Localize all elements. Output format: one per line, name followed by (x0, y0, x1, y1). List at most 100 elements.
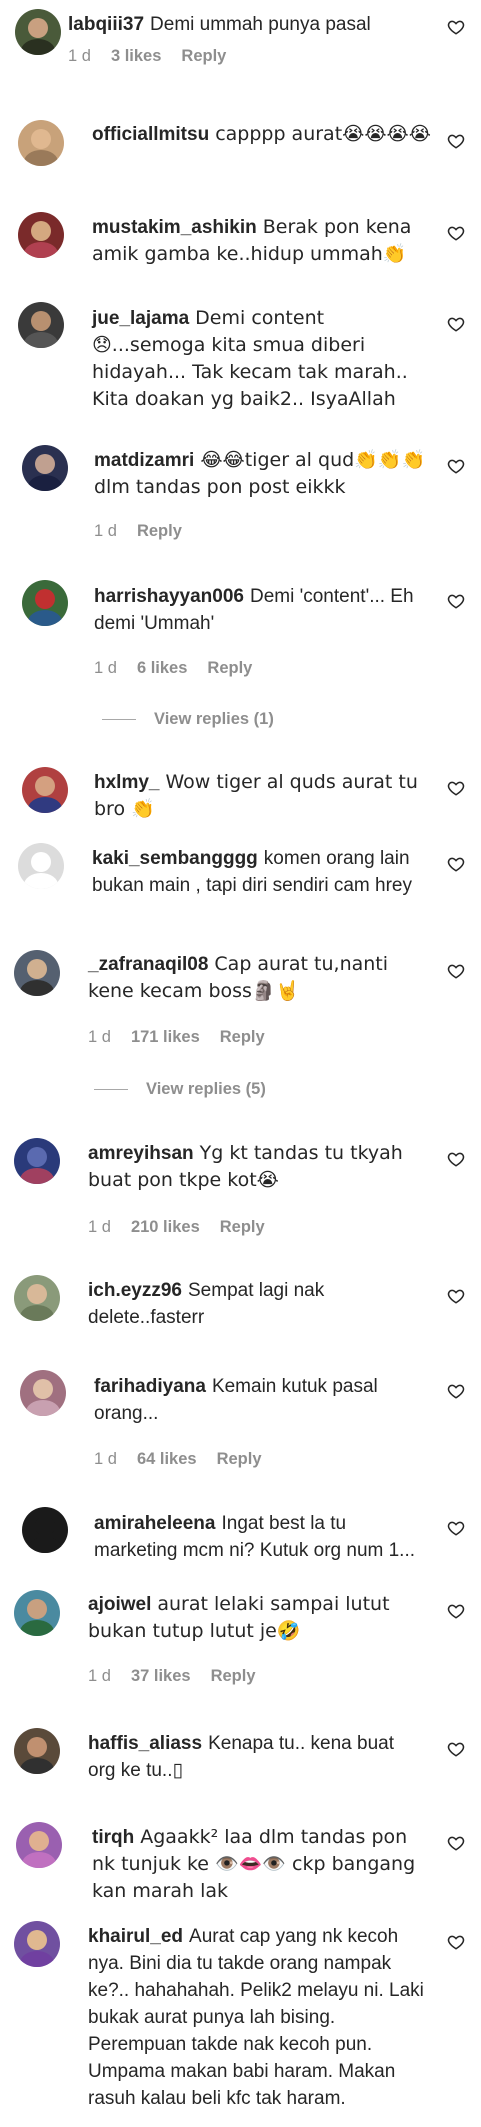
avatar[interactable] (18, 302, 64, 348)
username[interactable]: hxlmy_ (94, 772, 159, 793)
likes-count[interactable]: 210 likes (131, 1218, 200, 1237)
heart-icon[interactable] (447, 592, 465, 610)
likes-count[interactable]: 64 likes (137, 1450, 197, 1469)
avatar[interactable] (22, 445, 68, 491)
reply-button[interactable]: Reply (181, 47, 226, 66)
view-replies-button[interactable]: View replies (5) (94, 1080, 266, 1099)
avatar[interactable] (22, 580, 68, 626)
username[interactable]: ajoiwel (88, 1594, 151, 1615)
comment-text: haffis_aliass Kenapa tu.. kena buat org k… (88, 1730, 408, 1784)
comment-text: ajoiwel aurat lelaki sampai lutut bukan t… (88, 1591, 408, 1645)
username[interactable]: jue_lajama (92, 308, 189, 329)
heart-icon[interactable] (447, 1519, 465, 1537)
heart-icon[interactable] (447, 457, 465, 475)
avatar[interactable] (14, 1590, 60, 1636)
reply-button[interactable]: Reply (217, 1450, 262, 1469)
reply-button[interactable]: Reply (137, 522, 182, 541)
username[interactable]: amiraheleena (94, 1513, 215, 1534)
timestamp: 1 d (88, 1028, 111, 1046)
comment-text: hxlmy_ Wow tiger al quds aurat tu bro 👏 (94, 769, 424, 823)
avatar[interactable] (14, 1275, 60, 1321)
avatar[interactable] (14, 1921, 60, 1967)
comment-meta: 1 d 171 likes Reply (88, 1028, 265, 1047)
comment-meta: 1 d Reply (94, 522, 182, 541)
heart-icon[interactable] (447, 1287, 465, 1305)
avatar[interactable] (22, 767, 68, 813)
comment-text: khairul_ed Aurat cap yang nk kecoh nya. B… (88, 1923, 433, 2112)
avatar[interactable] (14, 1728, 60, 1774)
heart-icon[interactable] (447, 962, 465, 980)
avatar[interactable] (18, 120, 64, 166)
comment-meta: 1 d 6 likes Reply (94, 659, 252, 678)
username[interactable]: haffis_aliass (88, 1733, 202, 1754)
timestamp: 1 d (68, 47, 91, 65)
timestamp: 1 d (88, 1667, 111, 1685)
heart-icon[interactable] (447, 855, 465, 873)
divider (102, 719, 136, 720)
heart-icon[interactable] (447, 132, 465, 150)
comment-text: ich.eyzz96 Sempat lagi nak delete..faster… (88, 1277, 388, 1331)
username[interactable]: labqiii37 (68, 14, 144, 35)
comment-text: kaki_sembangggg komen orang lain bukan ma… (92, 845, 412, 899)
comment-text: amiraheleena Ingat best la tu marketing m… (94, 1510, 424, 1564)
heart-icon[interactable] (447, 1740, 465, 1758)
heart-icon[interactable] (447, 779, 465, 797)
avatar[interactable] (18, 843, 64, 889)
comment-text: amreyihsan Yg kt tandas tu tkyah buat pon… (88, 1140, 418, 1194)
comment-text: tirqh Agaakk² laa dlm tandas pon nk tunju… (92, 1824, 432, 1905)
comment-text: mustakim_ashikin Berak pon kena amik gamb… (92, 214, 417, 268)
heart-icon[interactable] (447, 18, 465, 36)
timestamp: 1 d (94, 1450, 117, 1468)
likes-count[interactable]: 37 likes (131, 1667, 191, 1686)
avatar[interactable] (14, 1138, 60, 1184)
username[interactable]: officiallmitsu (92, 124, 209, 145)
reply-button[interactable]: Reply (220, 1218, 265, 1237)
comment-text: officiallmitsu capppp aurat😭😭😭😭 (92, 121, 432, 148)
username[interactable]: ich.eyzz96 (88, 1280, 182, 1301)
avatar[interactable] (16, 1822, 62, 1868)
avatar[interactable] (22, 1507, 68, 1553)
heart-icon[interactable] (447, 1933, 465, 1951)
comment-meta: 1 d 3 likes Reply (68, 47, 226, 66)
comment-meta: 1 d 64 likes Reply (94, 1450, 262, 1469)
username[interactable]: khairul_ed (88, 1926, 183, 1947)
comment-meta: 1 d 37 likes Reply (88, 1667, 256, 1686)
heart-icon[interactable] (447, 1150, 465, 1168)
username[interactable]: tirqh (92, 1827, 134, 1848)
avatar[interactable] (20, 1370, 66, 1416)
username[interactable]: matdizamri (94, 450, 194, 471)
comment-text: farihadiyana Kemain kutuk pasal orang... (94, 1373, 424, 1427)
timestamp: 1 d (94, 522, 117, 540)
avatar[interactable] (15, 9, 61, 55)
divider (94, 1089, 128, 1090)
comment-body: capppp aurat😭😭😭😭 (215, 123, 431, 145)
heart-icon[interactable] (447, 1382, 465, 1400)
comment-text: matdizamri 😂😂tiger al qud👏👏👏dlm tandas po… (94, 447, 434, 501)
heart-icon[interactable] (447, 224, 465, 242)
comment-text: _zafranaqil08 Cap aurat tu,nanti kene kec… (88, 951, 418, 1005)
heart-icon[interactable] (447, 315, 465, 333)
username[interactable]: _zafranaqil08 (88, 954, 208, 975)
reply-button[interactable]: Reply (211, 1667, 256, 1686)
heart-icon[interactable] (447, 1602, 465, 1620)
comment-text: harrishayyan006 Demi 'content'... Eh demi… (94, 583, 424, 637)
likes-count[interactable]: 6 likes (137, 659, 187, 678)
reply-button[interactable]: Reply (220, 1028, 265, 1047)
avatar[interactable] (18, 212, 64, 258)
username[interactable]: kaki_sembangggg (92, 848, 258, 869)
username[interactable]: amreyihsan (88, 1143, 194, 1164)
username[interactable]: harrishayyan006 (94, 586, 244, 607)
heart-icon[interactable] (447, 1834, 465, 1852)
view-replies-label: View replies (5) (146, 1080, 266, 1098)
view-replies-button[interactable]: View replies (1) (102, 710, 274, 729)
username[interactable]: farihadiyana (94, 1376, 206, 1397)
comment-body: Demi ummah punya pasal (150, 14, 371, 35)
username[interactable]: mustakim_ashikin (92, 217, 257, 238)
likes-count[interactable]: 171 likes (131, 1028, 200, 1047)
likes-count[interactable]: 3 likes (111, 47, 161, 66)
comment-body: Agaakk² laa dlm tandas pon nk tunjuk ke … (92, 1826, 416, 1902)
avatar[interactable] (14, 950, 60, 996)
timestamp: 1 d (88, 1218, 111, 1236)
reply-button[interactable]: Reply (207, 659, 252, 678)
view-replies-label: View replies (1) (154, 710, 274, 728)
